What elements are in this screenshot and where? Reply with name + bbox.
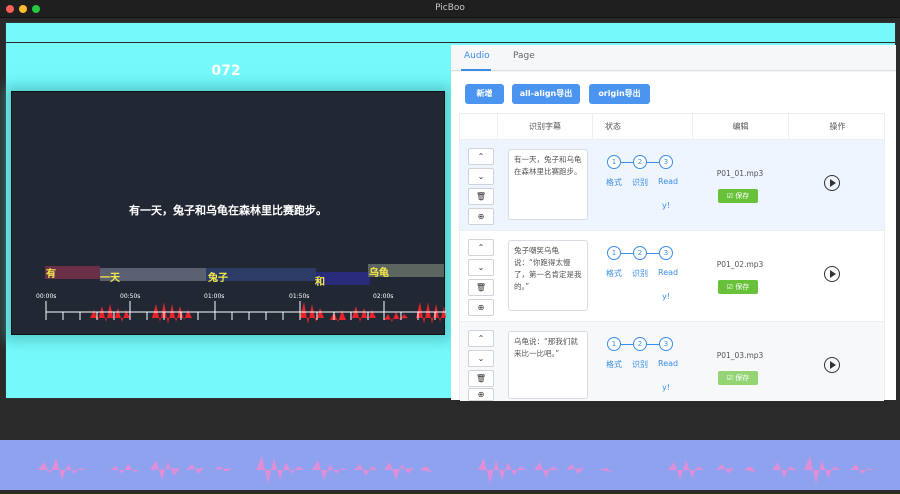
status-label-ready: Read: [658, 177, 679, 186]
column-header-edit: 编辑: [693, 114, 789, 139]
save-icon: ☑: [726, 192, 736, 200]
status-connector: [647, 344, 659, 345]
status-label-format: 格式: [606, 178, 622, 187]
window-title: PicBoo: [435, 3, 465, 13]
segment-label: 乌龟: [369, 268, 389, 279]
status-connector: [647, 162, 659, 163]
audio-filename: P01_01.mp3: [716, 169, 764, 178]
status-label-ready: Read: [658, 359, 679, 368]
tab-page[interactable]: Page: [513, 51, 535, 61]
segment-label: 一天: [100, 273, 120, 284]
audio-filename: P01_02.mp3: [716, 260, 764, 269]
panel-tabs: Audio Page: [451, 45, 896, 71]
save-button[interactable]: ☑ 保存: [718, 280, 758, 294]
save-button[interactable]: ☑ 保存: [718, 371, 758, 385]
save-label: 保存: [735, 374, 750, 382]
status-connector: [621, 344, 633, 345]
preview-subtitle: 有一天，兔子和乌龟在森林里比赛跑步。: [129, 204, 327, 217]
subtitle-input[interactable]: 兔子嘲笑乌龟说：“你跑得太慢了，第一名肯定是我的。”: [508, 240, 588, 311]
move-down-button[interactable]: ⌄: [468, 350, 494, 367]
status-label-format: 格式: [606, 360, 622, 369]
save-label: 保存: [735, 192, 750, 200]
save-label: 保存: [735, 283, 750, 291]
panel-content: 新增 all-align导出 origin导出 识别字幕 状态 编辑 操作 ⌃ …: [451, 72, 896, 401]
status-connector: [621, 253, 633, 254]
add-row-icon[interactable]: ⊕: [468, 299, 494, 316]
move-down-button[interactable]: ⌄: [468, 259, 494, 276]
segment-label: 有: [46, 269, 56, 280]
move-up-button[interactable]: ⌃: [468, 330, 494, 347]
add-button[interactable]: 新增: [465, 84, 504, 104]
all-align-export-button[interactable]: all-align导出: [512, 84, 580, 104]
column-header-subtitle: 识别字幕: [498, 114, 593, 139]
table-row: ⌃ ⌄ 🗑 ⊕ 有一天，兔子和乌龟在森林里比赛跑步。 1 2 3 格式 识别 R…: [460, 139, 884, 230]
play-icon[interactable]: [824, 175, 840, 191]
status-label-ready: Read: [658, 268, 679, 277]
status-connector: [621, 162, 633, 163]
segment-label: 兔子: [208, 273, 228, 284]
save-icon: ☑: [726, 283, 736, 291]
status-label-ready-suffix: y!: [662, 292, 670, 301]
delete-icon[interactable]: 🗑: [468, 279, 494, 296]
full-audio-waveform[interactable]: [0, 440, 900, 490]
save-button[interactable]: ☑ 保存: [718, 189, 758, 203]
status-label-ready-suffix: y!: [662, 383, 670, 392]
play-icon[interactable]: [824, 266, 840, 282]
status-label-recognize: 识别: [632, 360, 648, 369]
status-label-recognize: 识别: [632, 269, 648, 278]
column-header-controls: [460, 114, 498, 139]
video-preview[interactable]: 有一天，兔子和乌龟在森林里比赛跑步。 有 一天 兔子 和 乌龟 00:00s 0…: [11, 91, 446, 335]
status-connector: [647, 253, 659, 254]
status-step-1: 1: [607, 246, 621, 260]
top-strip: [6, 23, 895, 43]
origin-export-button[interactable]: origin导出: [589, 84, 650, 104]
column-header-status: 状态: [593, 114, 693, 139]
status-label-format: 格式: [606, 269, 622, 278]
audio-table: 识别字幕 状态 编辑 操作 ⌃ ⌄ 🗑 ⊕ 有一天，兔子和乌龟在森林里比赛跑步。…: [459, 113, 885, 401]
table-row: ⌃ ⌄ 🗑 ⊕ 乌龟说：“那我们就来比一比吧。” 1 2 3 格式 识别 Rea…: [460, 321, 884, 401]
status-step-2: 2: [633, 246, 647, 260]
frame-number: 072: [211, 63, 241, 79]
table-row: ⌃ ⌄ 🗑 ⊕ 兔子嘲笑乌龟说：“你跑得太慢了，第一名肯定是我的。” 1 2 3…: [460, 230, 884, 321]
preview-waveform[interactable]: [12, 298, 446, 328]
audio-panel: Audio Page 新增 all-align导出 origin导出 识别字幕 …: [451, 45, 896, 401]
audio-filename: P01_03.mp3: [716, 351, 764, 360]
status-step-2: 2: [633, 337, 647, 351]
delete-icon[interactable]: 🗑: [468, 370, 494, 387]
status-label-recognize: 识别: [632, 178, 648, 187]
add-row-icon[interactable]: ⊕: [468, 388, 494, 401]
active-tab-indicator: [461, 69, 491, 71]
subtitle-input[interactable]: 有一天，兔子和乌龟在森林里比赛跑步。: [508, 149, 588, 220]
move-down-button[interactable]: ⌄: [468, 168, 494, 185]
tab-audio[interactable]: Audio: [464, 51, 490, 61]
segment-label: 和: [315, 277, 325, 288]
status-step-3: 3: [659, 155, 673, 169]
status-step-2: 2: [633, 155, 647, 169]
save-icon: ☑: [726, 374, 736, 382]
add-row-icon[interactable]: ⊕: [468, 208, 494, 225]
status-label-ready-suffix: y!: [662, 201, 670, 210]
status-step-3: 3: [659, 246, 673, 260]
column-header-actions: 操作: [829, 122, 846, 131]
status-step-1: 1: [607, 337, 621, 351]
status-step-1: 1: [607, 155, 621, 169]
move-up-button[interactable]: ⌃: [468, 239, 494, 256]
subtitle-input[interactable]: 乌龟说：“那我们就来比一比吧。”: [508, 331, 588, 399]
status-step-3: 3: [659, 337, 673, 351]
play-icon[interactable]: [824, 357, 840, 373]
main-frame: 072 有一天，兔子和乌龟在森林里比赛跑步。 有 一天 兔子 和 乌龟 00:0…: [5, 22, 896, 401]
delete-icon[interactable]: 🗑: [468, 188, 494, 205]
title-bar: PicBoo: [0, 0, 900, 18]
bottom-waveform-graphic: [38, 456, 874, 484]
move-up-button[interactable]: ⌃: [468, 148, 494, 165]
